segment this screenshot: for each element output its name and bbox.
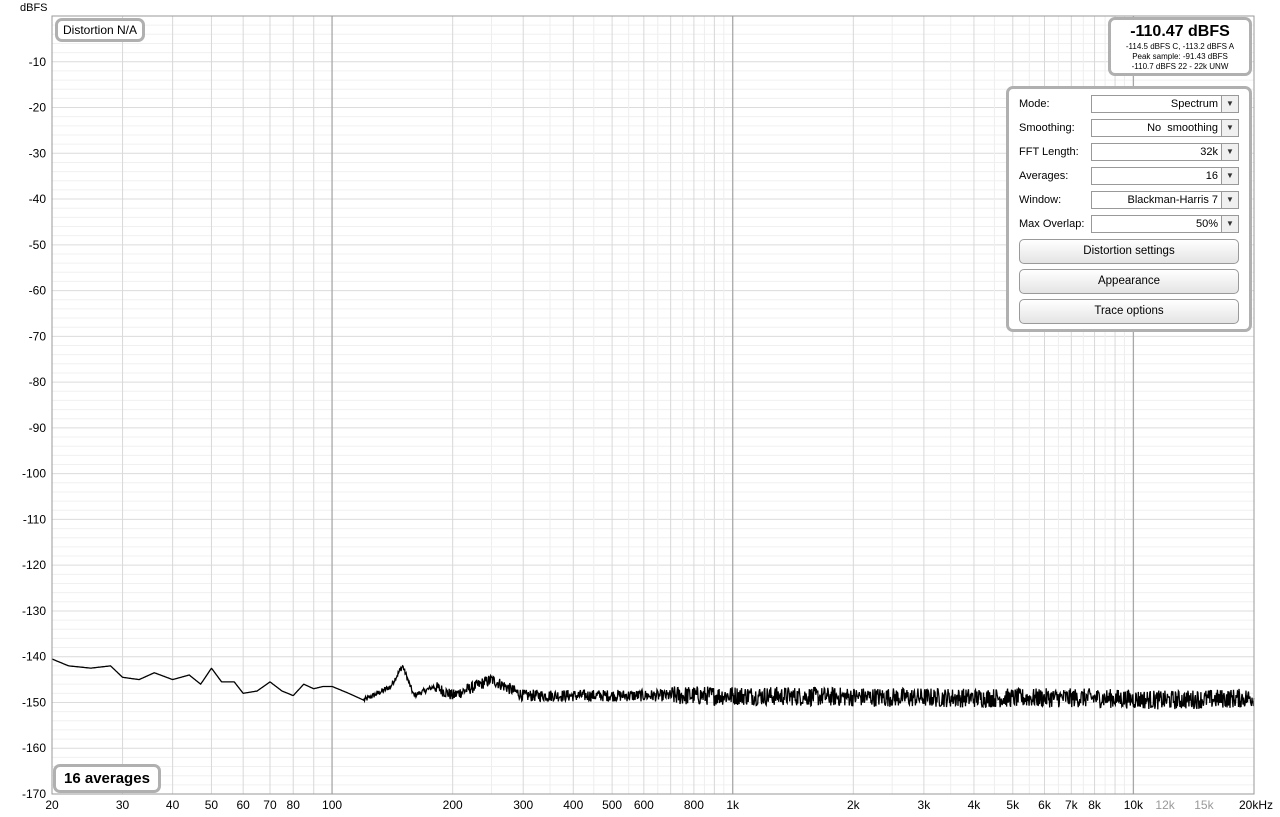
level-readout: -110.47 dBFS -114.5 dBFS C, -113.2 dBFS … [1108,17,1252,76]
y-tick-label: -70 [29,329,47,343]
trace-options-button[interactable]: Trace options [1019,299,1239,324]
smoothing-row: Smoothing: No smoothing ▼ [1019,119,1241,139]
y-tick-label: -50 [29,238,47,252]
distortion-indicator: Distortion N/A [55,18,146,42]
y-tick-label: -80 [29,375,47,389]
chevron-down-icon[interactable]: ▼ [1221,96,1238,112]
chevron-down-icon[interactable]: ▼ [1221,192,1238,208]
mode-select[interactable]: Spectrum ▼ [1091,95,1239,113]
y-axis-labels: -10 -20 -30 -40 -50 -60 -70 -80 -90 -100 -110 -120 -… [22,55,46,801]
y-tick-label: -10 [29,55,47,69]
x-tick-label: 10k [1124,798,1144,812]
x-tick-label: 70 [263,798,277,812]
x-tick-label: 50 [205,798,219,812]
y-tick-label: -160 [22,741,46,755]
averages-label: Averages: [1019,170,1069,182]
x-tick-label: 5k [1006,798,1020,812]
x-tick-label: 500 [602,798,622,812]
y-tick-label: -100 [22,467,46,481]
x-tick-label: 8k [1088,798,1102,812]
readout-unweighted: -110.7 dBFS 22 - 22k UNW [1131,62,1229,71]
window-value: Blackman-Harris 7 [1127,194,1218,206]
x-tick-label: 20kHz [1239,798,1273,812]
y-tick-label: -170 [22,787,46,801]
x-tick-label: 2k [847,798,861,812]
y-axis-title: dBFS [20,2,48,14]
x-tick-label: 40 [166,798,180,812]
chevron-down-icon[interactable]: ▼ [1221,144,1238,160]
averages-text: 16 averages [64,770,150,787]
y-tick-label: -30 [29,146,47,160]
averages-value: 16 [1205,170,1218,182]
x-tick-label: 15k [1194,798,1214,812]
overlap-label: Max Overlap: [1019,218,1085,230]
x-tick-label: 3k [918,798,932,812]
smoothing-label: Smoothing: [1019,122,1075,134]
x-tick-label: 4k [968,798,982,812]
x-tick-label: 60 [236,798,250,812]
distortion-settings-button[interactable]: Distortion settings [1019,239,1239,264]
averages-indicator: 16 averages [53,764,161,793]
y-tick-label: -90 [29,421,47,435]
x-tick-label: 80 [287,798,301,812]
x-tick-label: 400 [563,798,583,812]
y-tick-label: -20 [29,101,47,115]
window-select[interactable]: Blackman-Harris 7 ▼ [1091,191,1239,209]
overlap-select[interactable]: 50% ▼ [1091,215,1239,233]
overlap-value: 50% [1195,218,1218,230]
y-tick-label: -120 [22,558,46,572]
y-tick-label: -140 [22,650,46,664]
y-tick-label: -60 [29,284,47,298]
smoothing-select[interactable]: No smoothing ▼ [1091,119,1239,137]
chevron-down-icon[interactable]: ▼ [1221,168,1238,184]
y-tick-label: -130 [22,604,46,618]
x-tick-label: 20 [45,798,59,812]
overlap-row: Max Overlap: 50% ▼ [1019,215,1241,235]
mode-value: Spectrum [1170,98,1218,110]
x-tick-label: 6k [1038,798,1052,812]
readout-weighted: -114.5 dBFS C, -113.2 dBFS A [1125,42,1235,51]
x-tick-label: 12k [1155,798,1175,812]
fft-value: 32k [1200,146,1218,158]
x-tick-label: 800 [684,798,704,812]
mode-label: Mode: [1019,98,1050,110]
appearance-button[interactable]: Appearance [1019,269,1239,294]
y-tick-label: -40 [29,192,47,206]
x-tick-label: 300 [513,798,533,812]
smoothing-value: No smoothing [1147,122,1218,134]
chevron-down-icon[interactable]: ▼ [1221,216,1238,232]
x-tick-label: 1k [726,798,740,812]
chevron-down-icon[interactable]: ▼ [1221,120,1238,136]
y-tick-label: -150 [22,695,46,709]
x-tick-label: 600 [634,798,654,812]
x-tick-label: 7k [1065,798,1079,812]
x-tick-label: 100 [322,798,342,812]
window-label: Window: [1019,194,1062,206]
mode-row: Mode: Spectrum ▼ [1019,95,1241,115]
fft-row: FFT Length: 32k ▼ [1019,143,1241,163]
x-axis-labels: 20 30 40 50 60 70 80 100 200 300 400 500 600 800 1k 2k 3… [45,798,1273,812]
controls-panel: Mode: Spectrum ▼ Smoothing: No smoothing… [1006,86,1252,332]
y-tick-label: -110 [23,512,46,526]
fft-select[interactable]: 32k ▼ [1091,143,1239,161]
x-tick-label: 200 [443,798,463,812]
averages-select[interactable]: 16 ▼ [1091,167,1239,185]
x-tick-label: 30 [116,798,130,812]
distortion-text: Distortion N/A [63,23,138,37]
averages-row: Averages: 16 ▼ [1019,167,1241,187]
readout-peak: Peak sample: -91.43 dBFS [1132,52,1228,61]
fft-label: FFT Length: [1019,146,1079,158]
readout-main: -110.47 dBFS [1130,23,1230,40]
window-row: Window: Blackman-Harris 7 ▼ [1019,191,1241,211]
